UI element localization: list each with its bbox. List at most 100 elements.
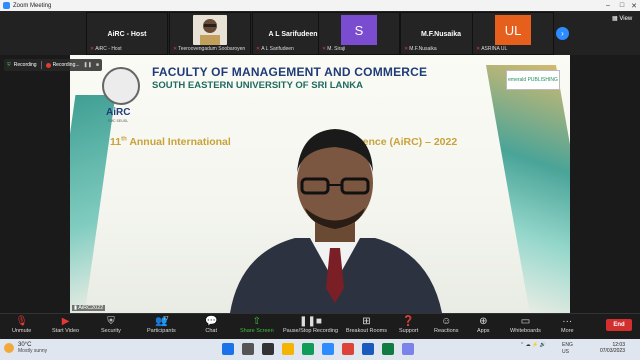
language-indicator[interactable]: ENG US	[562, 342, 573, 356]
unmute-label: Unmute	[12, 328, 32, 334]
chrome-icon[interactable]	[342, 343, 354, 355]
main-stage: AiRC FMC SEUSL FACULTY OF MANAGEMENT AND…	[0, 55, 640, 313]
speaker-video: AiRC FMC SEUSL FACULTY OF MANAGEMENT AND…	[70, 55, 570, 313]
breakout-label: Breakout Rooms	[346, 328, 387, 334]
participant-photo	[193, 15, 227, 45]
apps-button[interactable]: ⊕ Apps	[477, 316, 490, 334]
os-taskbar: 30°C Mostly sunny ⌃ ☁ ⚡ 🔊 ENG US 12:03 0…	[0, 339, 640, 360]
next-page-button[interactable]: ›	[556, 27, 569, 40]
more-label: More	[561, 328, 574, 334]
start-video-label: Start Video	[52, 328, 80, 334]
share-screen-label: Share Screen	[240, 328, 274, 334]
chat-button[interactable]: 💬 Chat	[205, 316, 217, 334]
more-icon: ···	[562, 316, 573, 327]
reactions-label: Reactions	[434, 328, 459, 334]
file-explorer-icon[interactable]	[282, 343, 294, 355]
pause-stop-icon: ❚❚■	[299, 316, 322, 327]
view-button[interactable]: ▦ View	[612, 15, 632, 22]
microphone-muted-icon: 🎙	[15, 316, 28, 327]
participant-tile[interactable]: ✕Teeroovengadum Soobaroyen	[169, 12, 251, 55]
lang-code: ENG	[562, 342, 573, 348]
reactions-button[interactable]: ☺ Reactions	[434, 316, 458, 334]
window-title: Zoom Meeting	[13, 2, 52, 9]
slide-title: FACULTY OF MANAGEMENT AND COMMERCE	[152, 65, 428, 79]
breakout-rooms-icon: ⊞	[362, 316, 371, 327]
windows-start-icon[interactable]	[222, 343, 234, 355]
muted-mic-icon: ✕	[404, 46, 409, 52]
participant-caption: M.F.Nusaika	[409, 46, 437, 52]
pause-icon[interactable]: ❚❚	[84, 62, 92, 68]
breakout-rooms-button[interactable]: ⊞ Breakout Rooms	[346, 316, 387, 334]
task-view-icon[interactable]	[262, 343, 274, 355]
share-screen-icon: ⇧	[252, 316, 262, 327]
participants-label: Participants	[147, 328, 176, 334]
participant-avatar: UL	[495, 15, 531, 45]
security-button[interactable]: ⛨ Security	[101, 316, 121, 334]
participants-button[interactable]: 👥 77 Participants	[147, 316, 176, 334]
muted-mic-icon: ✕	[173, 46, 178, 52]
start-video-button[interactable]: ▶ Start Video	[52, 316, 79, 334]
participant-caption: AiRC - Host	[95, 46, 122, 52]
chat-label: Chat	[205, 328, 218, 334]
share-screen-button[interactable]: ⇧ Share Screen	[240, 316, 274, 334]
zoom-logo-icon	[3, 2, 10, 9]
participant-caption: ASRINA UL	[481, 46, 508, 52]
participant-caption: Teeroovengadum Soobaroyen	[178, 46, 246, 52]
meeting-toolbar: 🎙 Unmute ▶ Start Video ⛨ Security 👥 77 Partic…	[0, 313, 640, 339]
recording-indicator[interactable]: ⛨ Recording Recording... ❚❚ ■	[4, 59, 102, 71]
recording-status: Recording...	[52, 62, 80, 68]
tray-icons[interactable]: ⌃ ☁ ⚡ 🔊	[520, 342, 546, 348]
decorative-leaf	[485, 65, 570, 313]
system-clock[interactable]: 12:03 07/03/2023	[589, 342, 625, 354]
recording-dot-icon	[45, 62, 51, 68]
excel-icon[interactable]	[382, 343, 394, 355]
video-off-icon: ▶	[61, 316, 70, 327]
muted-mic-icon: ✕	[256, 46, 261, 52]
search-icon[interactable]	[242, 343, 254, 355]
weather-widget[interactable]: 30°C Mostly sunny	[4, 342, 47, 354]
participant-tile[interactable]: AiRC - Host ✕AiRC - Host	[86, 12, 168, 55]
recording-label: Recording	[13, 62, 37, 68]
muted-mic-icon: ✕	[90, 46, 95, 52]
more-button[interactable]: ··· More	[561, 316, 574, 334]
pause-stop-recording-button[interactable]: ❚❚■ Pause/Stop Recording	[283, 316, 338, 334]
zoom-app-icon[interactable]	[322, 343, 334, 355]
decorative-leaf	[70, 95, 116, 313]
security-label: Security	[101, 328, 121, 334]
conference-left: Annual International	[129, 136, 231, 148]
participant-caption: M. Siraji	[327, 46, 346, 52]
end-meeting-button[interactable]: End	[606, 319, 632, 331]
speaker-name-label: ▮ AiRC2022	[72, 305, 106, 311]
view-label: View	[619, 16, 633, 22]
participant-tile[interactable]: M.F.Nusaika ✕M.F.Nusaika	[400, 12, 482, 55]
edge-browser-icon[interactable]	[302, 343, 314, 355]
muted-mic-icon: ✕	[322, 46, 327, 52]
speaker-person	[230, 129, 442, 313]
shield-icon: ⛨	[107, 316, 115, 327]
teams-icon[interactable]	[402, 343, 414, 355]
participant-avatar: S	[341, 15, 377, 45]
whiteboards-button[interactable]: ▭ Whiteboards	[510, 316, 541, 334]
close-icon[interactable]: ✕	[624, 0, 640, 11]
participant-count: 77	[163, 316, 169, 322]
participant-name: M.F.Nusaika	[420, 31, 462, 38]
participant-tile[interactable]: S ✕M. Siraji	[318, 12, 400, 55]
conference-sup: th	[121, 136, 127, 143]
publisher-logo: emerald PUBLISHING	[506, 70, 560, 90]
stop-icon[interactable]: ■	[96, 62, 99, 68]
clock-date: 07/03/2023	[599, 348, 625, 354]
apps-label: Apps	[477, 328, 490, 334]
speaker-label-text: AiRC2022	[78, 305, 104, 311]
conference-number: 11	[110, 136, 122, 148]
pause-stop-label: Pause/Stop Recording	[283, 328, 339, 334]
university-seal-icon	[102, 67, 140, 105]
support-icon: ❓	[402, 316, 415, 327]
reactions-icon: ☺	[441, 316, 452, 327]
word-icon[interactable]	[362, 343, 374, 355]
support-button[interactable]: ❓ Support	[399, 316, 418, 334]
weather-condition: Mostly sunny	[18, 348, 48, 354]
unmute-button[interactable]: 🎙 Unmute	[12, 316, 31, 334]
participant-name: AiRC - Host	[107, 31, 147, 38]
participant-tile[interactable]: UL ✕ASRINA UL	[472, 12, 554, 55]
participant-caption: A L Sarifudeen	[261, 46, 294, 52]
